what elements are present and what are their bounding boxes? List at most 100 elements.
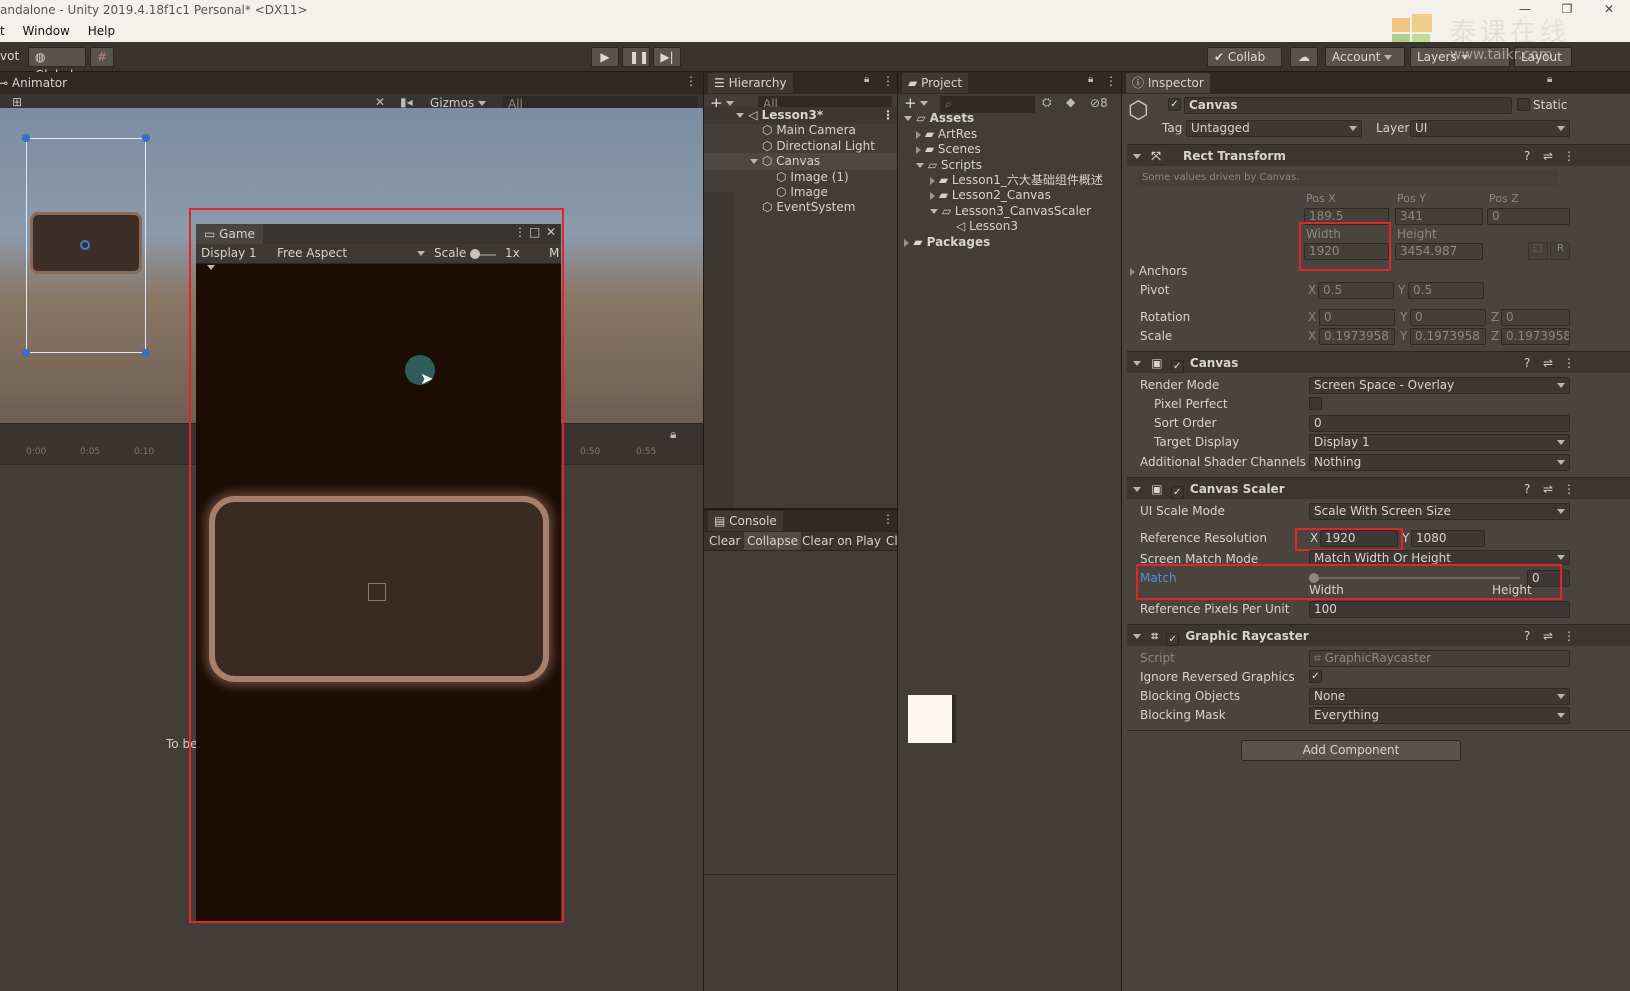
hierarchy-item[interactable]: ⬡ EventSystem [762,199,855,216]
aspect-dropdown[interactable]: Free Aspect [277,246,427,260]
panel-menu-icon[interactable]: ⋮ [685,74,697,88]
step-button[interactable]: ▶| [653,47,681,67]
pause-button[interactable]: ❚❚ [622,47,650,67]
pivot-toggle[interactable]: vot [0,47,26,67]
blueprint-mode-icon[interactable]: ⬚ [1528,242,1548,260]
display-dropdown[interactable]: Display 1 [201,246,273,274]
menu-item-partial[interactable]: t [0,24,5,38]
target-display-dropdown[interactable]: Display 1 [1309,434,1570,451]
posy-field[interactable]: 341 [1395,208,1483,225]
preset-icon[interactable]: ⇌ [1543,352,1553,374]
component-menu-icon[interactable]: ⋮ [1563,145,1575,167]
scale-slider-thumb[interactable] [470,249,480,259]
collab-dropdown[interactable]: ✔ Collab [1207,47,1282,78]
canvas-enabled-checkbox[interactable]: ✓ [1170,360,1184,373]
add-component-button[interactable]: Add Component [1241,740,1461,761]
tab-inspector[interactable]: ⓘ Inspector [1126,73,1210,93]
canvas-scaler-enabled-checkbox[interactable]: ✓ [1170,486,1184,499]
scale-x-field[interactable]: 0.1973958 [1319,328,1395,345]
maximize-icon[interactable]: □ [529,225,540,239]
tools-icon[interactable]: ✕ [375,95,385,109]
object-name-input[interactable]: Canvas [1184,97,1512,114]
camera-icon[interactable]: ▮◂ [400,95,413,109]
reference-resolution-y[interactable]: 1080 [1411,530,1485,547]
rect-transform-header[interactable]: ⤧ Rect Transform ? ⇌ ⋮ [1127,144,1630,166]
hidden-packages-toggle[interactable]: ⊘8 [1090,96,1108,110]
raycaster-enabled-checkbox[interactable]: ✓ [1166,633,1180,646]
tab-project[interactable]: ▰ Project [902,73,969,93]
blocking-objects-dropdown[interactable]: None [1309,688,1570,705]
lock-icon[interactable]: 🔒︎ [1547,74,1552,85]
layer-dropdown[interactable]: UI [1410,120,1570,137]
collapse-button[interactable]: Collapse [744,532,801,550]
preset-icon[interactable]: ⇌ [1543,625,1553,647]
canvas-scaler-header[interactable]: ▣ ✓ Canvas Scaler ? ⇌ ⋮ [1127,477,1630,499]
splitter[interactable] [897,72,898,991]
splitter[interactable] [703,72,704,991]
game-menu-icon[interactable]: ⋮ [514,225,526,239]
active-checkbox[interactable]: ✓ [1168,98,1181,111]
rect-handle[interactable] [142,134,150,142]
preset-icon[interactable]: ⇌ [1543,478,1553,500]
preset-icon[interactable]: ⇌ [1543,145,1553,167]
canvas-header[interactable]: ▣ ✓ Canvas ? ⇌ ⋮ [1127,351,1630,373]
close-game-icon[interactable]: ✕ [546,225,556,239]
rot-z-field[interactable]: 0 [1501,309,1570,326]
graphic-raycaster-header[interactable]: ⌗ ✓ Graphic Raycaster ? ⇌ ⋮ [1127,624,1630,646]
hierarchy-item-selected[interactable]: ⬡ Canvas [704,153,897,170]
close-button[interactable]: ✕ [1588,0,1630,21]
raw-edit-button[interactable]: R [1550,242,1570,260]
pivot-y-field[interactable]: 0.5 [1408,282,1484,299]
filter-type-icon[interactable]: ⛭ [1042,95,1052,110]
ui-scale-mode-dropdown[interactable]: Scale With Screen Size [1309,503,1570,520]
help-icon[interactable]: ? [1524,145,1530,167]
component-menu-icon[interactable]: ⋮ [1563,625,1575,647]
panel-menu-icon[interactable]: ⋮ [1105,74,1117,88]
clear-button[interactable]: Clear [709,534,740,548]
tag-dropdown[interactable]: Untagged [1186,120,1362,137]
render-mode-dropdown[interactable]: Screen Space - Overlay [1309,377,1570,394]
help-icon[interactable]: ? [1524,478,1530,500]
component-menu-icon[interactable]: ⋮ [1563,478,1575,500]
anchors-foldout[interactable]: Anchors [1130,263,1187,280]
project-tree-item[interactable]: ▰ Lesson2_Canvas [930,187,1051,204]
maximize-on-play-toggle[interactable]: M [549,246,559,260]
rot-y-field[interactable]: 0 [1410,309,1486,326]
splitter[interactable] [704,508,897,510]
asset-thumbnail[interactable] [908,695,956,743]
rot-x-field[interactable]: 0 [1319,309,1395,326]
project-tree-assets[interactable]: ▱ Assets [904,110,974,127]
project-tree-item[interactable]: ◁ Lesson3 [956,218,1018,235]
match-slider-track[interactable] [1313,577,1520,579]
screen-match-mode-dropdown[interactable]: Match Width Or Height [1309,550,1570,565]
rect-handle[interactable] [22,134,30,142]
lock-icon[interactable]: 🔒︎ [1088,74,1093,85]
play-button[interactable]: ▶ [591,47,619,67]
pivot-marker[interactable] [80,240,90,250]
tab-hierarchy[interactable]: ☰ Hierarchy [708,73,793,93]
filter-label-icon[interactable]: ◆ [1066,95,1075,109]
clear-on-build-button[interactable]: Cl [886,534,897,548]
menu-item-help[interactable]: Help [88,24,115,38]
pixels-per-unit-field[interactable]: 100 [1309,601,1570,618]
width-field[interactable]: 1920 [1304,243,1389,260]
component-menu-icon[interactable]: ⋮ [1563,352,1575,374]
posx-field[interactable]: 189.5 [1304,208,1389,225]
sort-order-field[interactable]: 0 [1309,415,1570,432]
account-dropdown[interactable]: Account [1325,47,1405,67]
scale-y-field[interactable]: 0.1973958 [1410,328,1486,345]
clear-on-play-button[interactable]: Clear on Play [802,534,881,548]
cloud-button[interactable]: ☁ [1290,47,1318,67]
shader-channels-dropdown[interactable]: Nothing [1309,454,1570,471]
project-tree-item[interactable]: ▰ Scenes [916,141,981,158]
pivot-x-field[interactable]: 0.5 [1318,282,1394,299]
transform-tool-icon[interactable]: ⊞ [12,95,22,109]
panel-menu-icon[interactable]: ⋮ [882,74,894,88]
tab-game[interactable]: ▭ Game [196,224,263,244]
panel-menu-icon[interactable]: ⋮ [882,512,894,526]
global-toggle[interactable]: ◍ Global [28,47,86,82]
help-icon[interactable]: ? [1524,625,1530,647]
ignore-reversed-checkbox[interactable]: ✓ [1309,670,1322,683]
splitter[interactable] [1121,72,1122,991]
static-checkbox[interactable] [1517,98,1530,111]
